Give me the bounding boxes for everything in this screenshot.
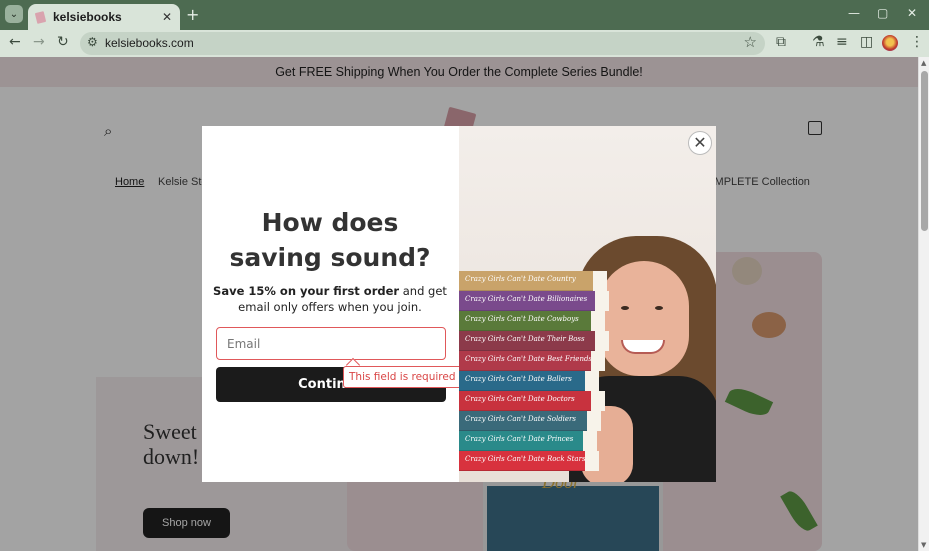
browser-toolbar: ← → ↻ ⚙ kelsiebooks.com ☆ ⧉ ⚗ ≡ ◫ ⋮ xyxy=(0,30,929,57)
popup-heading: How does saving sound? xyxy=(229,208,431,272)
book-spine-title: Crazy Girls Can't Date Cowboys xyxy=(465,315,579,323)
book-spine: Crazy Girls Can't Date Cowboys xyxy=(459,311,605,331)
book-spine: Crazy Girls Can't Date Ballers xyxy=(459,371,599,391)
signup-popup: How does saving sound? Save 15% on your … xyxy=(202,126,716,482)
labs-flask-icon[interactable]: ⚗ xyxy=(812,34,825,50)
book-pages xyxy=(587,411,601,431)
minimize-button[interactable]: — xyxy=(848,6,860,20)
book-spine-title: Crazy Girls Can't Date Billionaires xyxy=(465,295,588,303)
reload-icon[interactable]: ↻ xyxy=(57,34,69,50)
site-info-icon[interactable]: ⚙ xyxy=(87,35,98,49)
book-pages xyxy=(591,391,605,411)
scroll-down-arrow-icon[interactable]: ▼ xyxy=(921,541,926,549)
profile-avatar[interactable] xyxy=(882,35,898,51)
page-scrollbar[interactable]: ▲ ▼ xyxy=(918,57,929,551)
url-text[interactable]: kelsiebooks.com xyxy=(105,36,194,50)
email-field[interactable] xyxy=(216,327,446,360)
book-pages xyxy=(591,351,605,371)
book-spine-title: Crazy Girls Can't Date Country xyxy=(465,275,576,283)
photo-face xyxy=(599,261,689,376)
book-stack: Crazy Girls Can't Date Country Crazy Girl… xyxy=(459,271,609,481)
book-spine: Crazy Girls Can't Date Princes xyxy=(459,431,597,451)
popup-subtitle: Save 15% on your first order and get ema… xyxy=(212,283,448,315)
tab-search-button[interactable]: ⌄ xyxy=(5,5,23,23)
book-spine: Crazy Girls Can't Date Billionaires xyxy=(459,291,609,311)
scrollbar-thumb[interactable] xyxy=(921,71,928,231)
book-pages xyxy=(595,291,609,311)
book-spine-title: Crazy Girls Can't Date Best Friends xyxy=(465,355,593,363)
book-pages xyxy=(595,331,609,351)
book-spine-title: Crazy Girls Can't Date Princes xyxy=(465,435,574,443)
popup-form-panel: How does saving sound? Save 15% on your … xyxy=(202,126,462,482)
book-spine-title: Crazy Girls Can't Date Rock Stars xyxy=(465,455,586,463)
book-spine: Crazy Girls Can't Date Best Friends xyxy=(459,351,605,371)
book-pages xyxy=(591,311,605,331)
book-spine-title: Crazy Girls Can't Date Doctors xyxy=(465,395,575,403)
book-spine: Crazy Girls Can't Date Their Boss xyxy=(459,331,609,351)
book-pages xyxy=(593,271,607,291)
window-close-button[interactable]: ✕ xyxy=(907,6,917,20)
back-icon[interactable]: ← xyxy=(9,34,21,50)
scroll-up-arrow-icon[interactable]: ▲ xyxy=(921,59,926,67)
book-spine-title: Crazy Girls Can't Date Soldiers xyxy=(465,415,576,423)
popup-close-button[interactable]: ✕ xyxy=(688,131,712,155)
book-spine-title: Crazy Girls Can't Date Ballers xyxy=(465,375,572,383)
browser-tab[interactable]: kelsiebooks ✕ xyxy=(28,4,180,30)
tab-close-icon[interactable]: ✕ xyxy=(162,10,172,24)
tab-title: kelsiebooks xyxy=(53,10,122,24)
book-spine: Crazy Girls Can't Date Rock Stars xyxy=(459,451,599,471)
book-spine: Crazy Girls Can't Date Doctors xyxy=(459,391,605,411)
book-spine: Crazy Girls Can't Date Country xyxy=(459,271,607,291)
book-pages xyxy=(583,431,597,451)
maximize-button[interactable]: ▢ xyxy=(877,6,888,20)
bookmark-star-icon[interactable]: ☆ xyxy=(744,33,757,51)
book-spine-title: Crazy Girls Can't Date Their Boss xyxy=(465,335,585,343)
extensions-icon[interactable]: ⧉ xyxy=(776,34,786,50)
validation-tooltip: This field is required xyxy=(343,366,462,388)
address-bar[interactable]: ⚙ kelsiebooks.com ☆ xyxy=(80,32,765,55)
photo-eye xyxy=(621,306,629,310)
reading-list-icon[interactable]: ≡ xyxy=(836,34,848,50)
book-pages xyxy=(585,451,599,471)
tab-strip: ⌄ kelsiebooks ✕ + — ▢ ✕ xyxy=(0,0,929,30)
photo-eye xyxy=(655,306,663,310)
new-tab-button[interactable]: + xyxy=(186,5,199,24)
offer-text: Save 15% on your first order xyxy=(213,284,400,298)
popup-photo: Crazy Girls Can't Date Country Crazy Girl… xyxy=(459,126,716,482)
site-favicon-icon xyxy=(34,10,47,24)
side-panel-icon[interactable]: ◫ xyxy=(860,34,873,50)
book-spine: Crazy Girls Can't Date Soldiers xyxy=(459,411,601,431)
menu-kebab-icon[interactable]: ⋮ xyxy=(910,34,924,50)
forward-icon[interactable]: → xyxy=(33,34,45,50)
book-pages xyxy=(585,371,599,391)
